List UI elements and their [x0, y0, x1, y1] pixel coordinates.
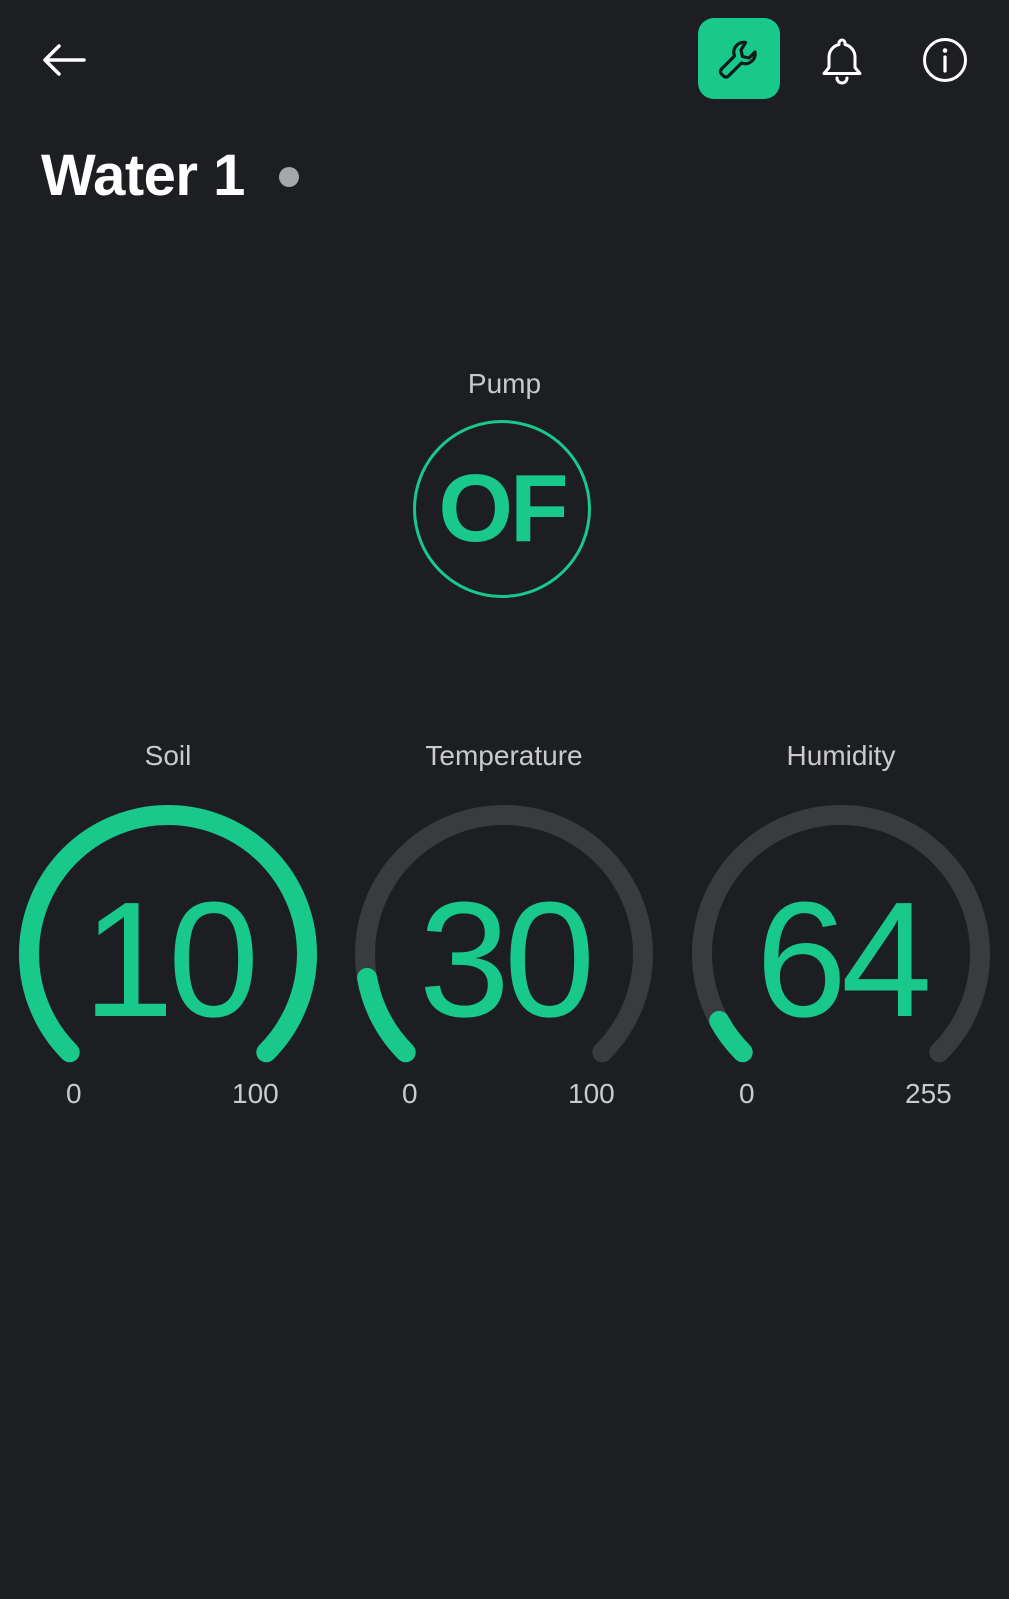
- settings-button[interactable]: [698, 18, 780, 99]
- info-icon: [923, 38, 967, 82]
- pump-state: OF: [438, 455, 568, 562]
- device-title: Water 1: [41, 143, 245, 208]
- notifications-button[interactable]: [812, 30, 872, 90]
- pump-label: Pump: [467, 368, 542, 399]
- gauge-label: Soil: [144, 740, 192, 771]
- gauge-min-label: 0: [402, 1078, 418, 1109]
- device-dashboard-screen: Water 1 Pump OF Soil 10 0 100 Temperatur…: [0, 0, 1009, 1599]
- gauge-value: 30: [419, 868, 589, 1051]
- gauge-dial: 64: [692, 805, 990, 1063]
- wrench-icon: [718, 40, 757, 79]
- gauge-label: Temperature: [425, 740, 583, 771]
- humidity-gauge: Humidity 64 0 255: [673, 740, 1009, 1120]
- title-row: Water 1: [41, 140, 299, 212]
- gauge-max-label: 100: [232, 1078, 279, 1109]
- gauge-value: 64: [756, 868, 928, 1051]
- gauge-min-label: 0: [739, 1078, 755, 1109]
- gauge-dial: 10: [19, 805, 317, 1063]
- temperature-gauge: Temperature 30 0 100: [336, 740, 672, 1120]
- arrow-left-icon: [43, 44, 86, 76]
- gauge-max-label: 255: [905, 1078, 952, 1109]
- gauge-max-label: 100: [568, 1078, 615, 1109]
- gauge-label: Humidity: [786, 740, 896, 771]
- info-button[interactable]: [915, 30, 975, 90]
- soil-gauge: Soil 10 0 100: [0, 740, 336, 1120]
- gauge-dial: 30: [355, 805, 653, 1063]
- status-dot: [278, 167, 299, 187]
- bell-icon: [822, 38, 862, 85]
- gauge-fill: [709, 1010, 753, 1063]
- pump-toggle-button[interactable]: OF: [413, 420, 591, 598]
- gauge-value: 10: [83, 868, 253, 1051]
- back-button[interactable]: [34, 34, 94, 86]
- gauge-fill: [357, 967, 416, 1063]
- gauge-min-label: 0: [66, 1078, 82, 1109]
